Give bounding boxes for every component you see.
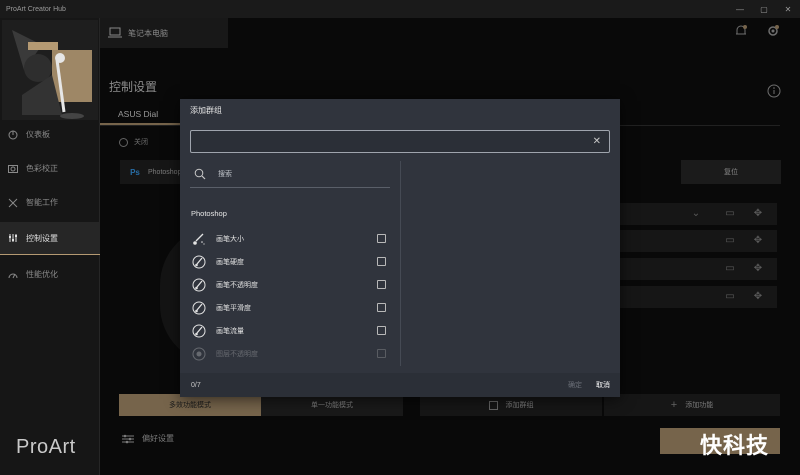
performance-icon <box>8 270 18 280</box>
clear-icon[interactable]: ✕ <box>593 136 601 147</box>
brush-smoothing-icon <box>192 301 206 315</box>
list-item[interactable]: 图层不透明度 <box>190 344 390 364</box>
pane-divider <box>400 161 401 366</box>
list-item[interactable]: 画笔不透明度 <box>190 275 390 295</box>
checkbox[interactable] <box>377 349 386 358</box>
sidebar-item-label: 智能工作 <box>26 198 58 207</box>
sidebar-item-label: 控制设置 <box>26 233 58 243</box>
list-item-label: 画笔大小 <box>216 236 244 243</box>
dialog-title: 添加群组 <box>190 106 222 115</box>
list-item[interactable]: 画笔大小 <box>190 229 390 249</box>
add-group-dialog: 添加群组 ✕ 搜索 Photoshop 画笔大小 画笔硬度 画笔不透明度 画笔平… <box>180 99 620 397</box>
sidebar-item-control[interactable]: 控制设置 <box>0 222 100 255</box>
list-item-label: 画笔不透明度 <box>216 282 258 289</box>
search-label: 搜索 <box>218 171 232 178</box>
sidebar-item-performance[interactable]: 性能优化 <box>0 258 100 291</box>
brush-opacity-icon <box>192 278 206 292</box>
list-item[interactable]: 画笔流量 <box>190 321 390 341</box>
sidebar-item-smart-work[interactable]: 智能工作 <box>0 186 100 219</box>
group-name-input[interactable]: ✕ <box>190 130 610 153</box>
layer-opacity-icon <box>192 347 206 361</box>
close-window-button[interactable]: ✕ <box>776 0 800 18</box>
proart-artwork <box>2 20 98 120</box>
tools-icon <box>8 198 18 208</box>
dialog-footer: 0/7 确定 取消 <box>180 373 620 397</box>
list-item-label: 图层不透明度 <box>216 351 258 358</box>
list-item[interactable]: 画笔平滑度 <box>190 298 390 318</box>
function-search[interactable]: 搜索 <box>190 161 390 188</box>
color-icon <box>8 164 18 174</box>
sidebar-item-label: 仪表板 <box>26 130 50 139</box>
checkbox[interactable] <box>377 234 386 243</box>
checkbox[interactable] <box>377 257 386 266</box>
group-label-photoshop: Photoshop <box>191 209 227 218</box>
checkbox[interactable] <box>377 326 386 335</box>
sidebar-item-color[interactable]: 色彩校正 <box>0 152 100 185</box>
list-item-label: 画笔硬度 <box>216 259 244 266</box>
confirm-button[interactable]: 确定 <box>568 380 582 390</box>
list-item[interactable]: 画笔硬度 <box>190 252 390 272</box>
watermark: 快科技 <box>700 434 770 459</box>
title-bar: ProArt Creator Hub — ▢ ✕ <box>0 0 800 18</box>
list-item-label: 画笔平滑度 <box>216 305 251 312</box>
selection-count: 0/7 <box>191 381 201 389</box>
app-title: ProArt Creator Hub <box>6 5 66 13</box>
brush-size-icon <box>192 232 206 246</box>
function-list-pane: 搜索 Photoshop 画笔大小 画笔硬度 画笔不透明度 画笔平滑度 画笔流量… <box>190 161 400 369</box>
sidebar-item-dashboard[interactable]: 仪表板 <box>0 118 100 151</box>
maximize-button[interactable]: ▢ <box>752 0 776 18</box>
minimize-button[interactable]: — <box>728 0 752 18</box>
sliders-icon <box>8 233 18 243</box>
brush-hardness-icon <box>192 255 206 269</box>
proart-logo: ProArt <box>16 436 76 458</box>
list-item-label: 画笔流量 <box>216 328 244 335</box>
dashboard-icon <box>8 130 18 140</box>
sidebar: 仪表板 色彩校正 智能工作 控制设置 性能优化 ProArt <box>0 18 100 475</box>
search-icon <box>194 168 206 180</box>
cancel-button[interactable]: 取消 <box>596 380 610 390</box>
checkbox[interactable] <box>377 303 386 312</box>
brush-flow-icon <box>192 324 206 338</box>
sidebar-item-label: 性能优化 <box>26 270 58 279</box>
checkbox[interactable] <box>377 280 386 289</box>
sidebar-item-label: 色彩校正 <box>26 164 58 173</box>
